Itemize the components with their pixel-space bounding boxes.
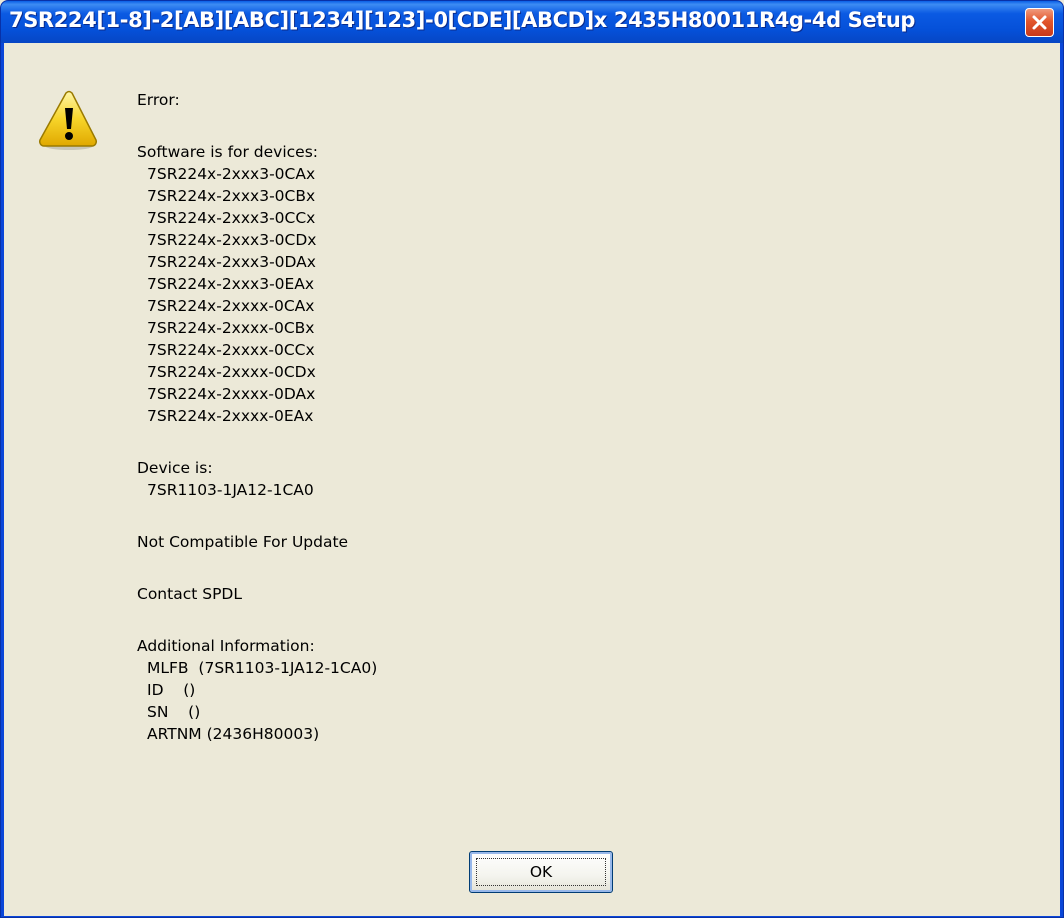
- status-text: Not Compatible For Update: [137, 533, 349, 551]
- additional-item-mlfb: MLFB (7SR1103-1JA12-1CA0): [147, 659, 378, 677]
- window-title: 7SR224[1-8]-2[AB][ABC][1234][123]-0[CDE]…: [9, 8, 916, 32]
- device-list-item: 7SR224x-2xxxx-0CCx: [147, 341, 315, 359]
- device-list-item: 7SR224x-2xxx3-0CAx: [147, 165, 316, 183]
- device-value: 7SR1103-1JA12-1CA0: [147, 481, 314, 499]
- additional-item-artnm: ARTNM (2436H80003): [147, 725, 320, 743]
- device-list-item: 7SR224x-2xxx3-0EAx: [147, 275, 315, 293]
- close-button[interactable]: [1025, 8, 1054, 37]
- device-list-item: 7SR224x-2xxx3-0CCx: [147, 209, 316, 227]
- additional-item-sn: SN (): [147, 703, 201, 721]
- ok-button[interactable]: OK: [469, 851, 613, 893]
- ok-button-label: OK: [529, 863, 553, 881]
- device-list-item: 7SR224x-2xxxx-0EAx: [147, 407, 314, 425]
- close-icon: [1032, 15, 1047, 30]
- error-label: Error:: [137, 91, 180, 109]
- warning-icon: [39, 90, 97, 150]
- dialog-body: Error: Software is for devices: 7SR224x-…: [4, 43, 1060, 916]
- device-list-item: 7SR224x-2xxx3-0CDx: [147, 231, 317, 249]
- contact-text: Contact SPDL: [137, 585, 242, 603]
- additional-item-id: ID (): [147, 681, 196, 699]
- setup-dialog: 7SR224[1-8]-2[AB][ABC][1234][123]-0[CDE]…: [0, 0, 1064, 918]
- device-list-item: 7SR224x-2xxx3-0DAx: [147, 253, 316, 271]
- device-header: Device is:: [137, 459, 213, 477]
- software-header: Software is for devices:: [137, 143, 319, 161]
- additional-header: Additional Information:: [137, 637, 315, 655]
- device-list-item: 7SR224x-2xxxx-0CBx: [147, 319, 315, 337]
- device-list-item: 7SR224x-2xxxx-0DAx: [147, 385, 316, 403]
- device-list-item: 7SR224x-2xxx3-0CBx: [147, 187, 316, 205]
- device-list-item: 7SR224x-2xxxx-0CAx: [147, 297, 315, 315]
- device-list-item: 7SR224x-2xxxx-0CDx: [147, 363, 316, 381]
- title-bar[interactable]: 7SR224[1-8]-2[AB][ABC][1234][123]-0[CDE]…: [1, 1, 1063, 43]
